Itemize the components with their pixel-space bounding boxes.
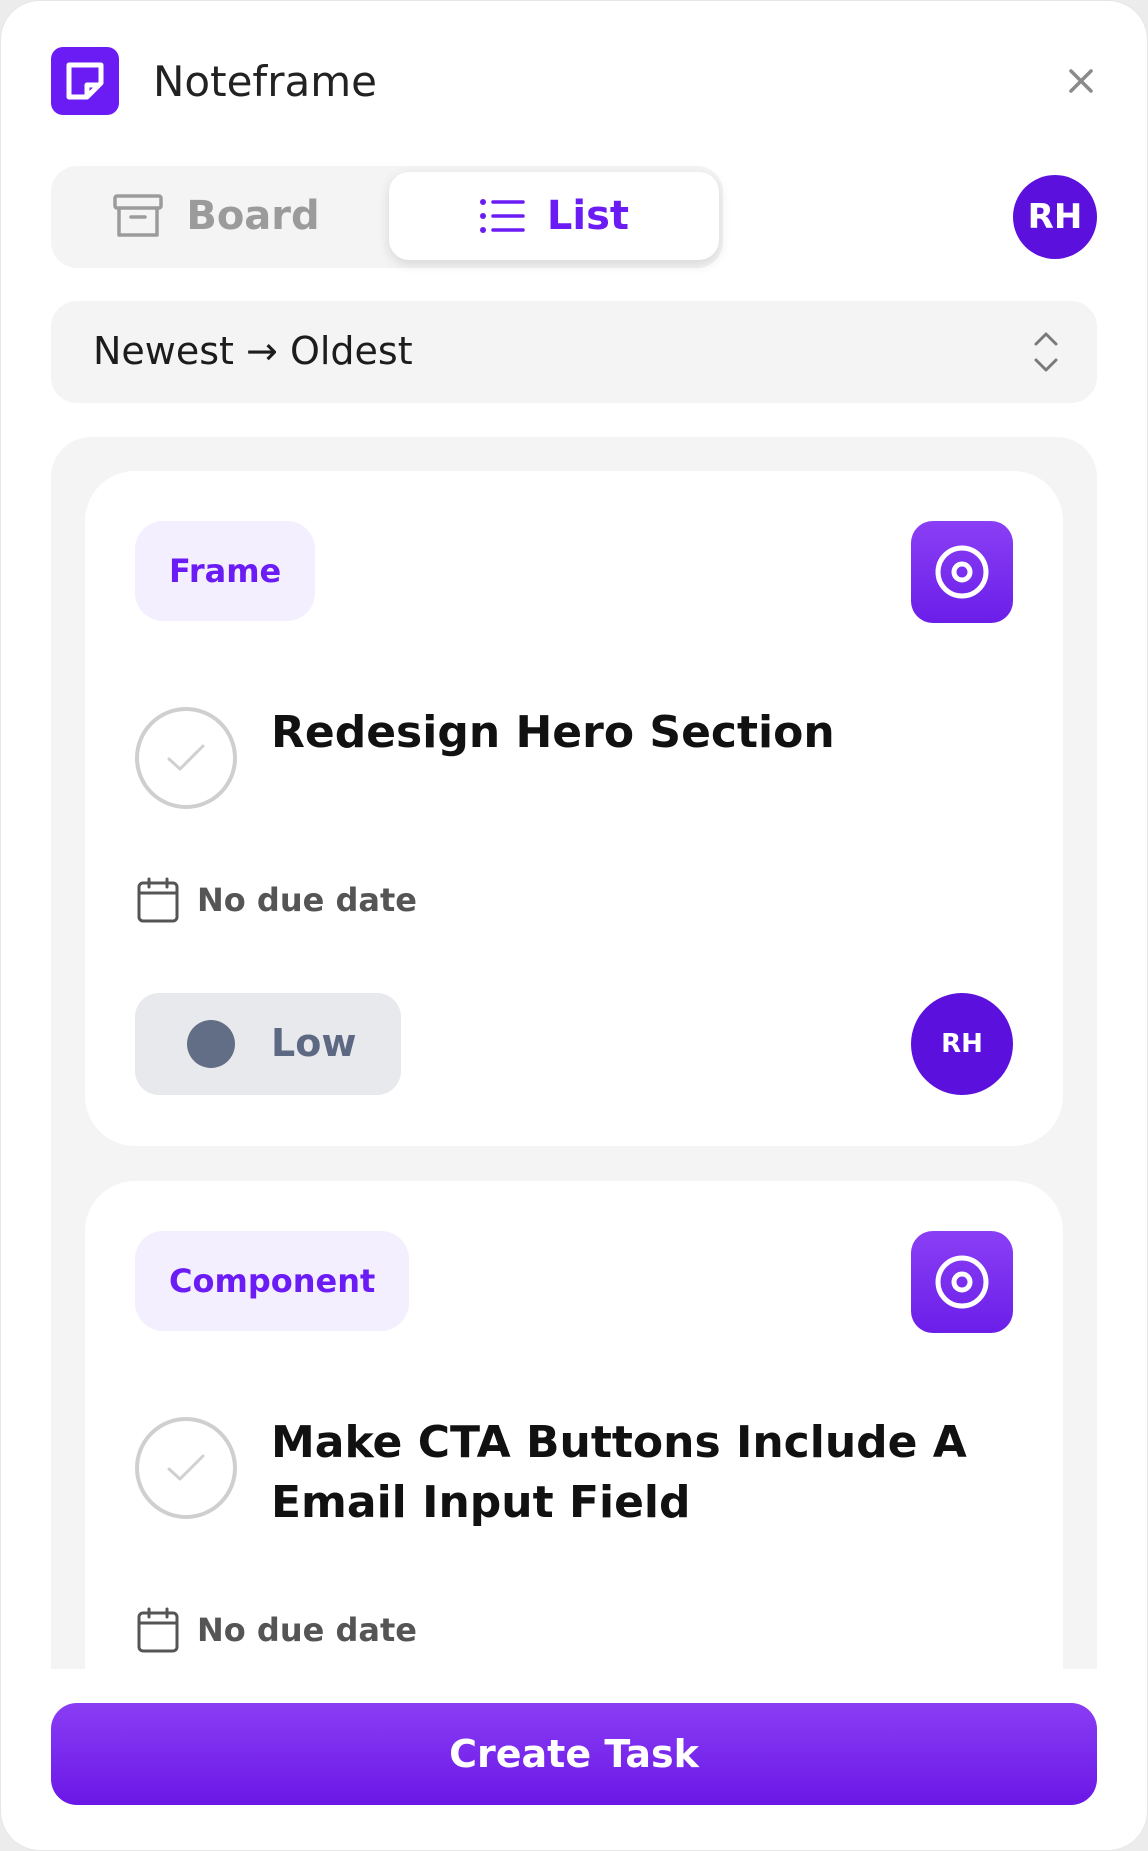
create-task-button[interactable]: Create Task xyxy=(51,1703,1097,1805)
due-date-label: No due date xyxy=(197,1611,417,1649)
list-icon xyxy=(479,199,525,233)
app-title: Noteframe xyxy=(153,57,377,106)
sort-selected-value: Newest → Oldest xyxy=(93,329,413,373)
tab-board-label: Board xyxy=(186,193,320,239)
calendar-icon xyxy=(137,1607,179,1653)
archive-box-icon xyxy=(113,194,164,237)
user-avatar[interactable]: RH xyxy=(1013,175,1097,259)
noteframe-window: Noteframe Board List RH Newest → Oldest … xyxy=(0,0,1148,1851)
due-date-label: No due date xyxy=(197,881,417,919)
header: Noteframe xyxy=(51,47,1101,119)
close-button[interactable] xyxy=(1061,61,1101,101)
close-icon xyxy=(1069,69,1093,93)
focus-button[interactable] xyxy=(911,1231,1013,1333)
task-title[interactable]: Redesign Hero Section xyxy=(271,703,1001,763)
noteframe-logo-icon xyxy=(51,47,119,115)
due-date[interactable]: No due date xyxy=(137,1607,417,1653)
chevron-up-down-icon xyxy=(1034,332,1058,372)
priority-dot xyxy=(187,1020,235,1068)
target-icon xyxy=(935,1255,989,1309)
task-card[interactable]: Frame Redesign Hero Section No due date … xyxy=(85,471,1063,1146)
calendar-icon xyxy=(137,877,179,923)
check-icon xyxy=(167,1454,205,1481)
focus-button[interactable] xyxy=(911,521,1013,623)
priority-selector[interactable]: Low xyxy=(135,993,401,1095)
task-list[interactable]: Frame Redesign Hero Section No due date … xyxy=(51,437,1097,1669)
tab-board[interactable]: Board xyxy=(51,172,381,260)
view-switch: Board List xyxy=(51,166,723,268)
due-date[interactable]: No due date xyxy=(137,877,417,923)
task-complete-checkbox[interactable] xyxy=(135,707,237,809)
task-tag[interactable]: Frame xyxy=(135,521,316,621)
task-tag[interactable]: Component xyxy=(135,1231,410,1331)
task-complete-checkbox[interactable] xyxy=(135,1417,237,1519)
task-title[interactable]: Make CTA Buttons Include A Email Input F… xyxy=(271,1413,1001,1533)
task-card[interactable]: Component Make CTA Buttons Include A Ema… xyxy=(85,1181,1063,1669)
assignee-avatar[interactable]: RH xyxy=(911,993,1013,1095)
tab-list[interactable]: List xyxy=(389,172,719,260)
check-icon xyxy=(167,744,205,771)
priority-label: Low xyxy=(271,1021,357,1065)
sort-select[interactable]: Newest → Oldest xyxy=(51,301,1097,403)
tab-list-label: List xyxy=(546,193,630,239)
target-icon xyxy=(935,545,989,599)
